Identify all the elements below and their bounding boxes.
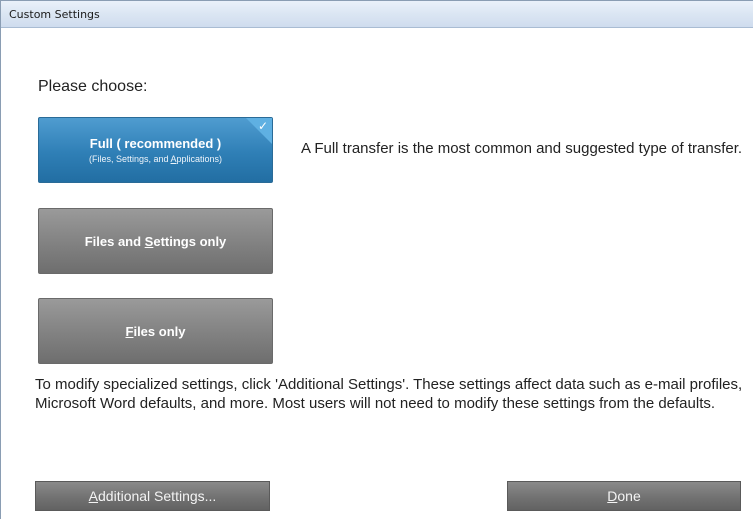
additional-settings-info: To modify specialized settings, click 'A… — [35, 376, 743, 412]
full-option-sublabel: (Files, Settings, and Applications) — [88, 154, 223, 164]
done-label: Done — [607, 488, 641, 504]
files-and-settings-label: Files and Settings only — [84, 233, 227, 249]
window-title: Custom Settings — [9, 8, 100, 21]
full-transfer-option[interactable]: ✓ Full ( recommended ) (Files, Settings,… — [38, 117, 273, 183]
full-option-label: Full ( recommended ) — [89, 136, 222, 151]
check-icon: ✓ — [257, 119, 268, 133]
done-button[interactable]: Done — [507, 481, 741, 511]
selected-option-description: A Full transfer is the most common and s… — [301, 140, 743, 157]
choose-prompt: Please choose: — [38, 78, 148, 95]
files-only-option[interactable]: Files only — [38, 298, 273, 364]
additional-settings-label: Additional Settings... — [88, 488, 217, 504]
title-bar: Custom Settings — [1, 1, 753, 28]
additional-settings-button[interactable]: Additional Settings... — [35, 481, 270, 511]
custom-settings-window: Custom Settings Please choose: ✓ Full ( … — [0, 0, 753, 519]
files-and-settings-option[interactable]: Files and Settings only — [38, 208, 273, 274]
files-only-label: Files only — [125, 323, 186, 339]
